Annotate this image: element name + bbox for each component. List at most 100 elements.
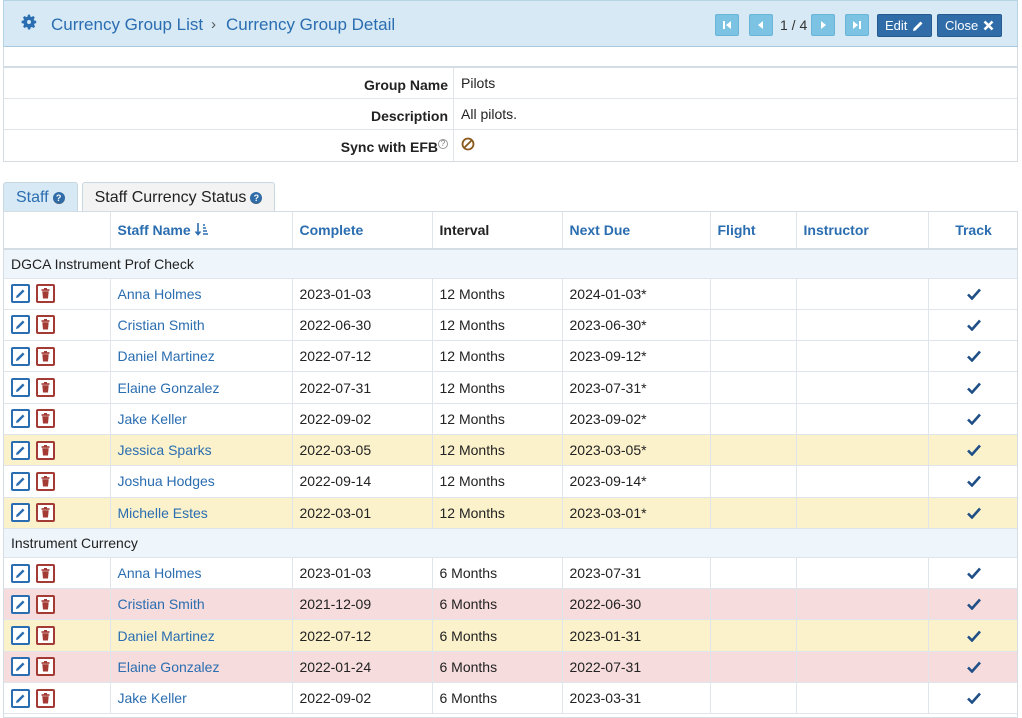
- edit-icon[interactable]: [11, 594, 30, 614]
- trash-icon[interactable]: [36, 688, 55, 708]
- trash-icon[interactable]: [36, 284, 55, 304]
- staff-name-link[interactable]: Daniel Martinez: [118, 628, 215, 644]
- trash-icon[interactable]: [36, 315, 55, 335]
- staff-name-link[interactable]: Cristian Smith: [118, 317, 205, 333]
- staff-name-link[interactable]: Anna Holmes: [118, 565, 202, 581]
- edit-icon[interactable]: [11, 378, 30, 398]
- instructor-cell: [796, 278, 929, 310]
- help-icon[interactable]: ?: [438, 139, 448, 150]
- staff-name-link[interactable]: Michelle Estes: [118, 505, 208, 521]
- table-body: DGCA Instrument Prof Check Anna Holmes 202…: [4, 249, 1017, 715]
- group-row: DGCA Instrument Prof Check: [4, 249, 1017, 279]
- checkmark-icon: [966, 598, 981, 611]
- complete-cell: 2023-01-03: [292, 278, 433, 310]
- row-actions-cell: [4, 465, 111, 498]
- tab-staff-currency-status[interactable]: Staff Currency Status ?: [81, 182, 276, 212]
- trash-icon[interactable]: [36, 594, 55, 614]
- track-cell: [928, 682, 1017, 715]
- complete-cell: 2022-07-12: [292, 340, 433, 373]
- staff-name-link[interactable]: Elaine Gonzalez: [118, 659, 220, 675]
- group-detail-panel: Group Name Pilots Description All pilots…: [3, 47, 1018, 162]
- detail-row-description: Description All pilots.: [4, 99, 1017, 130]
- complete-column-header[interactable]: Complete: [292, 212, 433, 250]
- edit-icon[interactable]: [11, 688, 30, 708]
- trash-icon[interactable]: [36, 503, 55, 523]
- checkmark-icon: [966, 630, 981, 642]
- flight-column-header[interactable]: Flight: [710, 212, 797, 250]
- help-icon[interactable]: ?: [250, 191, 263, 204]
- instructor-cell: [796, 619, 929, 652]
- complete-cell: 2021-12-09: [292, 588, 433, 621]
- trash-icon[interactable]: [36, 471, 55, 491]
- flight-cell: [710, 651, 797, 684]
- breadcrumb-current: Currency Group Detail: [226, 15, 396, 34]
- checkmark-icon: [966, 350, 981, 363]
- tab-staff[interactable]: Staff ?: [3, 182, 78, 212]
- last-page-button[interactable]: [845, 14, 869, 36]
- staff-name-header-label: Staff Name: [117, 222, 191, 238]
- staff-name-link[interactable]: Anna Holmes: [118, 286, 202, 302]
- staff-name-link[interactable]: Daniel Martinez: [118, 348, 215, 364]
- edit-icon[interactable]: [11, 657, 30, 677]
- first-page-button[interactable]: [715, 14, 739, 36]
- previous-page-button[interactable]: [749, 14, 773, 36]
- track-cell: [928, 371, 1017, 404]
- trash-icon[interactable]: [36, 657, 55, 677]
- edit-button[interactable]: Edit: [877, 14, 933, 37]
- next-due-cell: 2022-07-31: [562, 651, 711, 684]
- gear-icon[interactable]: [20, 13, 38, 31]
- interval-cell: 6 Months: [432, 682, 563, 715]
- edit-icon[interactable]: [11, 503, 30, 523]
- trash-icon[interactable]: [36, 346, 55, 366]
- description-label: Description: [4, 99, 454, 129]
- trash-icon[interactable]: [36, 409, 55, 429]
- edit-icon[interactable]: [11, 563, 30, 583]
- edit-icon[interactable]: [11, 471, 30, 491]
- next-due-cell: 2023-09-02*: [562, 403, 711, 435]
- complete-cell: 2022-07-31: [292, 371, 433, 404]
- table-row: Daniel Martinez 2022-07-12 6 Months 2023-01…: [4, 619, 1017, 652]
- edit-icon[interactable]: [11, 440, 30, 460]
- interval-cell: 12 Months: [432, 340, 563, 373]
- close-label: Close: [945, 18, 979, 33]
- trash-icon[interactable]: [36, 440, 55, 460]
- row-actions-cell: [4, 309, 111, 342]
- help-icon[interactable]: ?: [52, 191, 65, 204]
- staff-name-link[interactable]: Cristian Smith: [118, 596, 205, 612]
- track-column-header[interactable]: Track: [928, 212, 1017, 250]
- interval-cell: 12 Months: [432, 434, 563, 467]
- next-page-button[interactable]: [811, 14, 835, 36]
- row-actions-cell: [4, 682, 111, 715]
- breadcrumb-root-link[interactable]: Currency Group List: [51, 15, 203, 35]
- checkmark-icon: [966, 444, 981, 457]
- staff-name-column-header[interactable]: Staff Name: [110, 212, 293, 250]
- staff-name-link[interactable]: Jake Keller: [118, 690, 187, 706]
- staff-name-cell: Daniel Martinez: [110, 340, 293, 373]
- trash-icon[interactable]: [36, 378, 55, 398]
- staff-name-link[interactable]: Joshua Hodges: [118, 473, 215, 489]
- next-due-cell: 2023-01-31: [562, 619, 711, 652]
- staff-name-link[interactable]: Jake Keller: [118, 411, 187, 427]
- edit-icon[interactable]: [11, 626, 30, 646]
- row-actions-cell: [4, 278, 111, 310]
- instructor-cell: [796, 557, 929, 590]
- sort-ascending-icon: [194, 223, 208, 236]
- interval-cell: 12 Months: [432, 465, 563, 498]
- trash-icon[interactable]: [36, 563, 55, 583]
- staff-name-link[interactable]: Elaine Gonzalez: [118, 380, 220, 396]
- group-name: Instrument Currency: [4, 528, 1017, 558]
- instructor-column-header[interactable]: Instructor: [796, 212, 929, 250]
- edit-icon[interactable]: [11, 346, 30, 366]
- next-due-column-header[interactable]: Next Due: [562, 212, 711, 250]
- close-button[interactable]: Close: [937, 14, 1003, 37]
- instructor-cell: [796, 465, 929, 498]
- edit-icon[interactable]: [11, 315, 30, 335]
- instructor-cell: [796, 340, 929, 373]
- staff-name-cell: Elaine Gonzalez: [110, 371, 293, 404]
- edit-label: Edit: [885, 18, 908, 33]
- edit-icon[interactable]: [11, 409, 30, 429]
- staff-name-link[interactable]: Jessica Sparks: [118, 442, 212, 458]
- edit-icon[interactable]: [11, 284, 30, 304]
- trash-icon[interactable]: [36, 626, 55, 646]
- flight-cell: [710, 278, 797, 310]
